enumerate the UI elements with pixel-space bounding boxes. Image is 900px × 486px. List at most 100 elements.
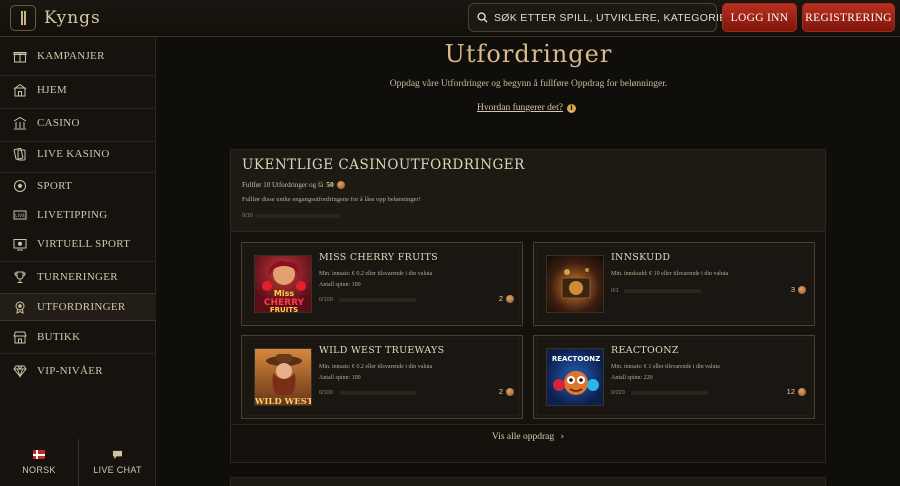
search-icon (477, 12, 488, 23)
top-bar: Kyngs SØK ETTER SPILL, UTVIKLERE, KATEGO… (0, 0, 900, 37)
virtual-screen-icon (12, 236, 28, 252)
panel-header: UKENTLIGE CASINOUTFORDRINGER Fullfør 10 … (231, 150, 825, 232)
language-label: NORSK (22, 465, 56, 475)
live-tv-icon: LIVE (12, 207, 28, 223)
card-reward-amount: 3 (790, 285, 795, 294)
sidebar-item-hjem[interactable]: HJEM (0, 76, 156, 104)
sidebar-item-vip-nivaer[interactable]: VIP-NIVÅER (0, 357, 156, 385)
sidebar-item-turneringer[interactable]: TURNERINGER (0, 263, 156, 291)
card-reward: 2 (499, 294, 514, 303)
card-requirement: Min. innsats: € 1 eller tilsvarende i di… (611, 364, 720, 370)
sidebar-footer: NORSK LIVE CHAT (0, 439, 156, 486)
search-placeholder: SØK ETTER SPILL, UTVIKLERE, KATEGORIER (494, 11, 735, 24)
card-spins: Antall spinn: 220 (611, 375, 653, 381)
sidebar-item-live-kasino[interactable]: LIVE KASINO (0, 140, 156, 168)
sidebar-item-label: UTFORDRINGER (37, 301, 126, 313)
card-reward: 12 (787, 387, 806, 396)
casino-building-icon (12, 115, 28, 131)
sidebar-item-label: CASINO (37, 117, 80, 129)
gift-icon (12, 48, 28, 64)
card-requirement: Min. innsats: € 0.2 eller tilsvarende i … (319, 364, 433, 370)
how-it-works-label: Hvordan fungerer det? (477, 103, 563, 113)
shop-icon (12, 329, 28, 345)
panel-description: Fullfør disse unike engangsutfordringene… (242, 196, 421, 203)
panel-divider (231, 424, 825, 425)
panel-title: UKENTLIGE CASINOUTFORDRINGER (242, 157, 525, 173)
card-reward-amount: 12 (786, 387, 795, 396)
card-title: INNSKUDD (611, 252, 671, 263)
sidebar-item-label: KAMPANJER (37, 50, 105, 62)
coin-icon (798, 387, 806, 396)
svg-text:REACTOONZ: REACTOONZ (552, 355, 600, 363)
card-spins: Antall spinn: 100 (319, 375, 361, 381)
sidebar-item-casino[interactable]: CASINO (0, 109, 156, 137)
search-input[interactable]: SØK ETTER SPILL, UTVIKLERE, KATEGORIER (468, 3, 734, 32)
challenge-card-reactoonz[interactable]: REACTOONZ REACTOONZ Min. innsats: € 1 el… (533, 335, 815, 419)
sidebar-item-label: HJEM (37, 84, 67, 96)
miss-cherry-fruits-thumbnail: Miss CHERRY FRUITS (254, 255, 312, 313)
card-title: REACTOONZ (611, 345, 679, 356)
cards-icon (12, 146, 28, 162)
svg-text:Miss: Miss (274, 289, 294, 298)
coin-icon (506, 294, 514, 303)
sidebar-item-label: VIP-NIVÅER (37, 365, 103, 377)
home-icon (12, 82, 28, 98)
svg-text:WILD WEST: WILD WEST (255, 397, 312, 406)
logo-text[interactable]: Kyngs (44, 8, 101, 28)
coin-icon (506, 387, 514, 396)
sidebar: KAMPANJER HJEM CASINO LIVE KASINO SPORT … (0, 37, 156, 486)
sidebar-item-butikk[interactable]: BUTIKK (0, 323, 156, 351)
sidebar-item-virtuell-sport[interactable]: VIRTUELL SPORT (0, 230, 156, 258)
challenge-card-wild-west-trueways[interactable]: WILD WEST WILD WEST TRUEWAYS Min. innsat… (241, 335, 523, 419)
sidebar-item-sport[interactable]: SPORT (0, 172, 156, 200)
card-title: MISS CHERRY FRUITS (319, 252, 438, 263)
card-requirement: Min. innsats: € 0.2 eller tilsvarende i … (319, 271, 433, 277)
sidebar-item-label: LIVETIPPING (37, 209, 108, 221)
panel-progress-bar (255, 214, 340, 218)
panel-subtitle-text: Fullfør 10 Utfordringer og få (242, 180, 324, 189)
challenges-panel: UKENTLIGE CASINOUTFORDRINGER Fullfør 10 … (230, 149, 826, 463)
panel-subtitle: Fullfør 10 Utfordringer og få 50 (242, 180, 345, 189)
sidebar-item-label: LIVE KASINO (37, 148, 110, 160)
next-section-strip (230, 477, 826, 486)
trophy-icon (12, 269, 28, 285)
svg-text:LIVE: LIVE (15, 213, 25, 218)
card-reward: 3 (791, 285, 806, 294)
card-progress-bar (631, 391, 708, 395)
main-content: Utfordringer Oppdag våre Utfordringer og… (157, 37, 900, 486)
register-button[interactable]: REGISTRERING (802, 3, 895, 32)
panel-reward-amount: 50 (326, 180, 334, 189)
how-it-works-link[interactable]: Hvordan fungerer det? i (477, 103, 576, 113)
svg-text:FRUITS: FRUITS (270, 306, 298, 313)
wild-west-thumbnail: WILD WEST (254, 348, 312, 406)
info-icon: i (567, 103, 576, 113)
innskudd-thumbnail (546, 255, 604, 313)
language-selector[interactable]: NORSK (0, 439, 78, 486)
card-reward-amount: 2 (498, 294, 503, 303)
login-button[interactable]: LOGG INN (722, 3, 797, 32)
sidebar-item-livetipping[interactable]: LIVE LIVETIPPING (0, 201, 156, 229)
see-all-missions-link[interactable]: Vis alle oppdrag › (231, 432, 825, 442)
sidebar-item-kampanjer[interactable]: KAMPANJER (0, 42, 156, 70)
sidebar-item-utfordringer[interactable]: UTFORDRINGER (0, 293, 156, 321)
page-title: Utfordringer (444, 40, 613, 68)
card-progress-label: 0/220 (611, 390, 625, 396)
norway-flag-icon (33, 450, 45, 459)
live-chat-button[interactable]: LIVE CHAT (78, 439, 156, 486)
chat-bubble-icon (112, 450, 123, 460)
challenge-card-miss-cherry-fruits[interactable]: Miss CHERRY FRUITS MISS CHERRY FRUITS Mi… (241, 242, 523, 326)
logo-icon[interactable] (10, 5, 36, 31)
card-spins: Antall spinn: 100 (319, 282, 361, 288)
intro-text: Oppdag våre Utfordringer og begynn å ful… (389, 79, 668, 89)
card-progress-bar (339, 391, 416, 395)
card-progress-label: 0/100 (319, 390, 333, 396)
reactoonz-thumbnail: REACTOONZ (546, 348, 604, 406)
live-chat-label: LIVE CHAT (93, 465, 142, 475)
sidebar-item-label: BUTIKK (37, 331, 81, 343)
sidebar-item-label: SPORT (37, 180, 73, 192)
medal-icon (12, 299, 28, 315)
challenge-card-innskudd[interactable]: INNSKUDD Min. innskudd: € 10 eller tilsv… (533, 242, 815, 326)
football-icon (12, 178, 28, 194)
card-reward: 2 (499, 387, 514, 396)
panel-progress-label: 0/10 (242, 213, 253, 219)
